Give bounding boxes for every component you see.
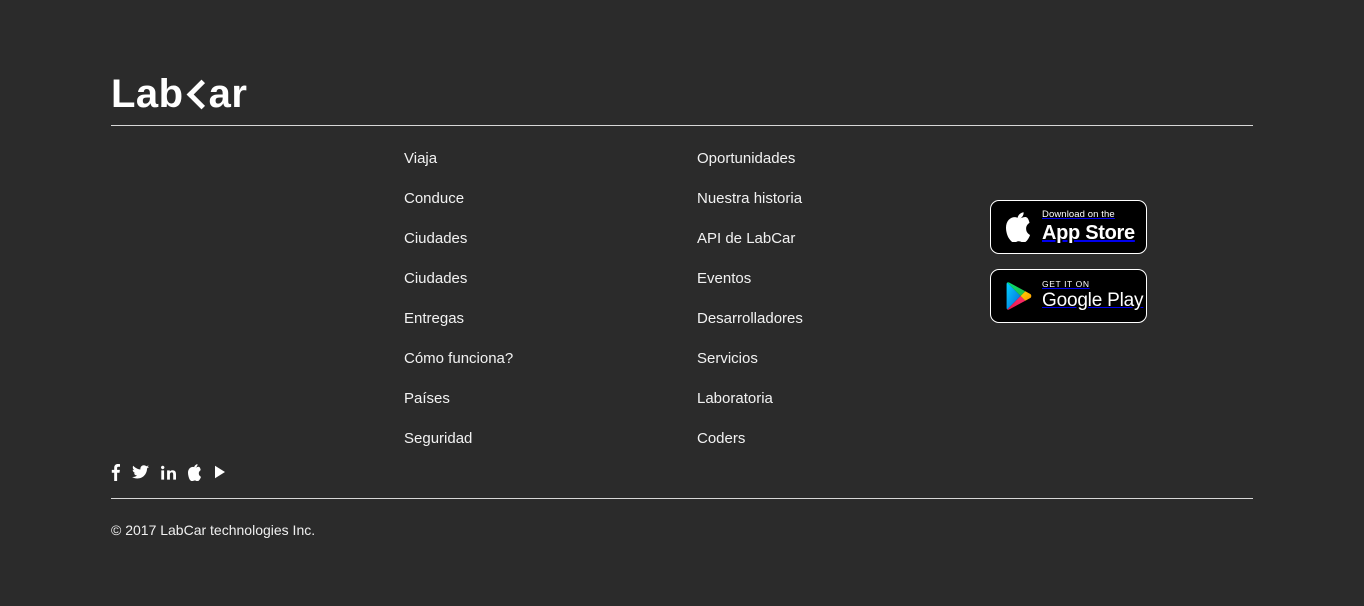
logo-text-part1: Lab [111, 72, 184, 116]
twitter-icon[interactable] [132, 462, 149, 482]
footer-link-entregas[interactable]: Entregas [404, 308, 513, 348]
google-play-icon [1002, 281, 1036, 311]
apple-logo-icon [1002, 212, 1036, 242]
apple-icon[interactable] [188, 462, 202, 482]
footer-link-seguridad[interactable]: Seguridad [404, 428, 513, 468]
site-logo[interactable]: Lab ar [111, 66, 247, 122]
google-play-badge-bottom-line: Google Play [1042, 290, 1144, 312]
divider-bottom [111, 498, 1253, 499]
divider-top [111, 125, 1253, 126]
app-store-badge-top-line: Download on the [1042, 209, 1115, 221]
google-play-badge[interactable]: GET IT ON Google Play [990, 269, 1147, 323]
footer-link-desarrolladores[interactable]: Desarrolladores [697, 308, 803, 348]
chevron-left-icon [186, 80, 208, 110]
footer-link-nuestra-historia[interactable]: Nuestra historia [697, 188, 803, 228]
play-icon[interactable] [214, 462, 226, 482]
footer-link-ciudades-1[interactable]: Ciudades [404, 228, 513, 268]
app-store-badge-bottom-line: App Store [1042, 221, 1135, 244]
footer-link-viaja[interactable]: Viaja [404, 148, 513, 188]
footer-link-servicios[interactable]: Servicios [697, 348, 803, 388]
facebook-icon[interactable] [111, 462, 120, 482]
footer-link-column-1: Viaja Conduce Ciudades Ciudades Entregas… [404, 148, 513, 468]
footer-link-column-2: Oportunidades Nuestra historia API de La… [697, 148, 803, 468]
social-links [111, 461, 226, 483]
footer-link-oportunidades[interactable]: Oportunidades [697, 148, 803, 188]
logo-row: Lab ar [111, 66, 247, 122]
footer-link-eventos[interactable]: Eventos [697, 268, 803, 308]
google-play-badge-top-line: GET IT ON [1042, 278, 1090, 289]
footer-link-conduce[interactable]: Conduce [404, 188, 513, 228]
footer-link-paises[interactable]: Países [404, 388, 513, 428]
footer-link-api-de-labcar[interactable]: API de LabCar [697, 228, 803, 268]
footer-link-ciudades-2[interactable]: Ciudades [404, 268, 513, 308]
copyright-text: © 2017 LabCar technologies Inc. [111, 522, 316, 538]
footer-link-coders[interactable]: Coders [697, 428, 803, 468]
linkedin-icon[interactable] [161, 462, 176, 482]
app-store-badge[interactable]: Download on the App Store [990, 200, 1147, 254]
footer: Lab ar Viaja Conduce Ciudades Ciudades E… [111, 0, 1253, 606]
store-badges: Download on the App Store GET IT ON Goog… [990, 200, 1147, 338]
footer-link-laboratoria[interactable]: Laboratoria [697, 388, 803, 428]
footer-link-como-funciona[interactable]: Cómo funciona? [404, 348, 513, 388]
